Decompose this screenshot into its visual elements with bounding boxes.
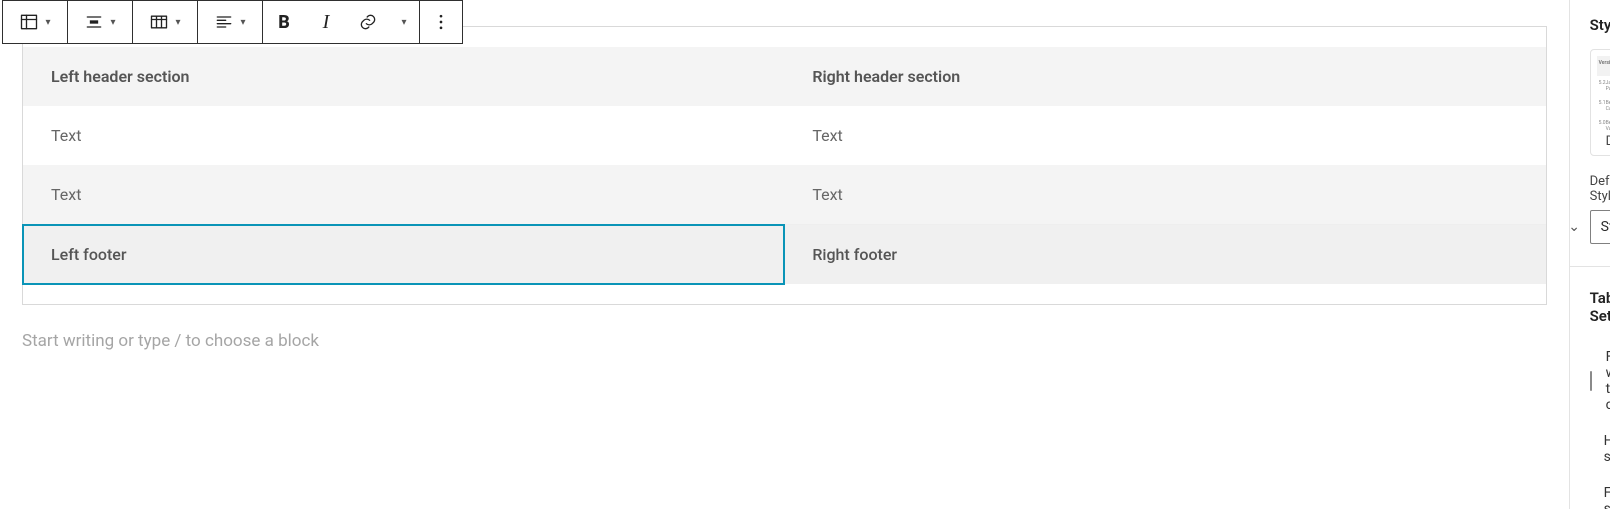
table-block-frame[interactable]: Left header section Right header section… [22, 26, 1547, 305]
more-rich-text-button[interactable]: ▾ [389, 1, 419, 43]
chevron-down-icon: ▾ [240, 17, 245, 28]
table-row: Text Text [23, 165, 1546, 225]
text-align-left-icon [214, 12, 234, 32]
text-align-button[interactable]: ▾ [198, 1, 262, 43]
paragraph-placeholder[interactable]: Start writing or type / to choose a bloc… [22, 331, 1547, 351]
editor-canvas: ▾ ▾ ▾ ▾ B [0, 0, 1569, 509]
table-icon [19, 12, 39, 32]
default-style-select[interactable]: Stripes ⌄ [1590, 210, 1610, 244]
panel-title: Styles [1590, 16, 1610, 34]
style-preview-default: VersionJazz MusicianRelease Date 5.2Jaco… [1597, 56, 1610, 126]
footer-cell[interactable]: Left footer [23, 225, 784, 285]
more-options-button[interactable] [420, 1, 462, 43]
table-footer-row: Left footer Right footer [23, 225, 1546, 285]
content-table: Left header section Right header section… [23, 47, 1546, 284]
align-center-block-icon [84, 12, 104, 32]
chevron-down-icon: ▾ [110, 17, 115, 28]
block-toolbar: ▾ ▾ ▾ ▾ B [2, 0, 463, 44]
table-header-row: Left header section Right header section [23, 47, 1546, 106]
table-edit-button[interactable]: ▾ [3, 1, 67, 43]
kebab-icon [431, 12, 451, 32]
columns-icon [149, 12, 169, 32]
body-cell[interactable]: Text [784, 106, 1545, 165]
settings-sidebar: Styles ⌃ VersionJazz MusicianRelease Dat… [1569, 0, 1610, 509]
italic-button[interactable]: I [305, 1, 347, 43]
table-row: Text Text [23, 106, 1546, 165]
default-style-select-value: Stripes [1601, 219, 1610, 235]
link-button[interactable] [347, 1, 389, 43]
style-option-default[interactable]: VersionJazz MusicianRelease Date 5.2Jaco… [1590, 49, 1610, 156]
bold-button[interactable]: B [263, 1, 305, 43]
chevron-down-icon: ▾ [45, 17, 50, 28]
edit-table-columns-button[interactable]: ▾ [133, 1, 197, 43]
chevron-down-icon: ⌄ [1569, 219, 1580, 235]
body-cell[interactable]: Text [784, 165, 1545, 225]
toggle-fixed-width-cells[interactable] [1590, 371, 1592, 391]
header-cell[interactable]: Right header section [784, 47, 1545, 106]
body-cell[interactable]: Text [23, 106, 784, 165]
link-icon [358, 12, 378, 32]
panel-title: Table Settings [1590, 289, 1610, 325]
footer-cell[interactable]: Right footer [784, 225, 1545, 285]
header-cell[interactable]: Left header section [23, 47, 784, 106]
block-alignment-button[interactable]: ▾ [68, 1, 132, 43]
chevron-down-icon: ▾ [175, 17, 180, 28]
style-option-label: Default [1606, 134, 1610, 149]
panel-divider [1570, 266, 1610, 267]
body-cell[interactable]: Text [23, 165, 784, 225]
